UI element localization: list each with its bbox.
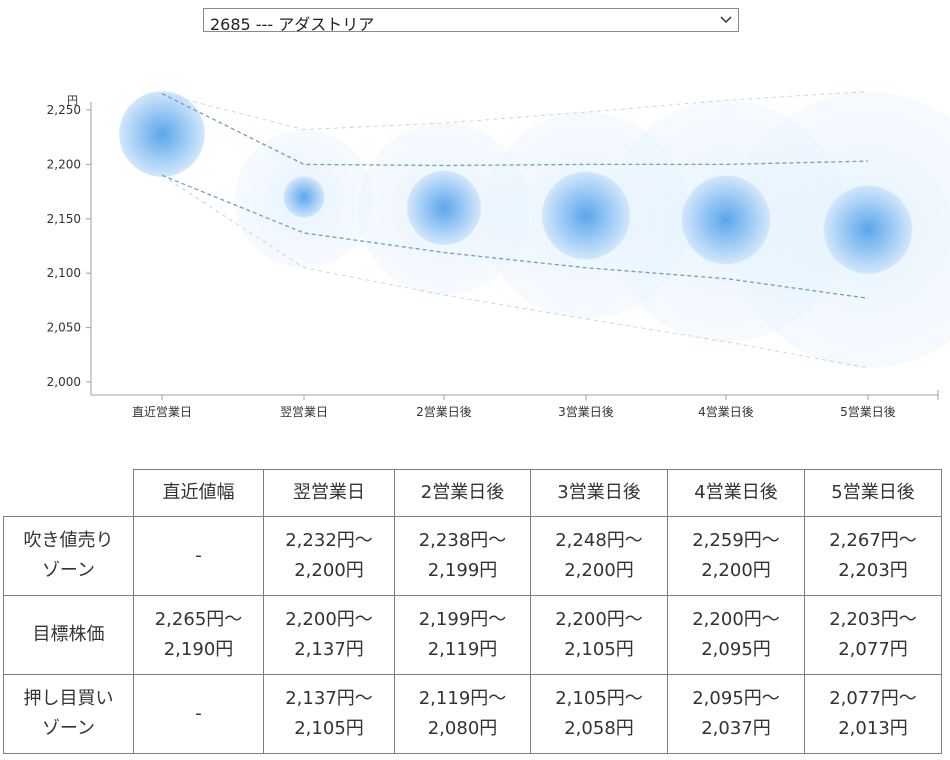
cell-line: 2,095円～ bbox=[692, 688, 780, 709]
table-cell: 2,119円～ 2,080円 bbox=[394, 674, 531, 754]
row-label-line: 押し目買い bbox=[23, 688, 114, 709]
cell-line: 2,200円～ bbox=[692, 609, 780, 630]
table-cell: 2,265円～ 2,190円 bbox=[133, 595, 264, 675]
stock-selector-value: 2685 --- アダストリア bbox=[210, 15, 375, 34]
table-cell: 2,267円～ 2,203円 bbox=[804, 516, 942, 596]
table-header-cell: 直近値幅 bbox=[133, 469, 264, 517]
cell-line: 2,077円～ bbox=[829, 688, 917, 709]
table-cell: 2,200円～ 2,095円 bbox=[667, 595, 805, 675]
table-cell: 2,137円～ 2,105円 bbox=[263, 674, 395, 754]
cell-line: 2,077円 bbox=[838, 639, 908, 660]
table-cell: 2,200円～ 2,105円 bbox=[530, 595, 668, 675]
row-label-target-price: 目標株価 bbox=[3, 595, 134, 675]
cell-line: 2,200円 bbox=[701, 560, 771, 581]
table-cell: - bbox=[133, 516, 264, 596]
forecast-table: 直近値幅 翌営業日 2営業日後 3営業日後 4営業日後 5営業日後 吹き値売り … bbox=[3, 469, 942, 754]
table-cell: 2,203円～ 2,077円 bbox=[804, 595, 942, 675]
chevron-down-icon bbox=[720, 16, 732, 24]
table-cell: 2,199円～ 2,119円 bbox=[394, 595, 531, 675]
table-cell: - bbox=[133, 674, 264, 754]
y-tick-label: 2,000 bbox=[47, 375, 81, 389]
table-cell: 2,200円～ 2,137円 bbox=[263, 595, 395, 675]
row-label-sell-zone: 吹き値売り ゾーン bbox=[3, 516, 134, 596]
table-row: 押し目買い ゾーン - 2,137円～ 2,105円 2,119円～ 2,080円 … bbox=[3, 674, 942, 754]
table-cell: 2,232円～ 2,200円 bbox=[263, 516, 395, 596]
table-header-cell: 3営業日後 bbox=[530, 469, 668, 517]
cell-line: 2,105円 bbox=[294, 718, 364, 739]
table-header-row: 直近値幅 翌営業日 2営業日後 3営業日後 4営業日後 5営業日後 bbox=[3, 469, 942, 517]
table-cell: 2,105円～ 2,058円 bbox=[530, 674, 668, 754]
cell-line: 2,200円 bbox=[564, 560, 634, 581]
cell-line: 2,137円 bbox=[294, 639, 364, 660]
table-row: 吹き値売り ゾーン - 2,232円～ 2,200円 2,238円～ 2,199円 … bbox=[3, 516, 942, 596]
table-header-cell: 2営業日後 bbox=[394, 469, 531, 517]
cell-line: 2,199円～ bbox=[418, 609, 507, 630]
cell-line: 2,190円 bbox=[163, 639, 234, 660]
cell-line: 2,080円 bbox=[427, 718, 498, 739]
target-bubble bbox=[119, 91, 205, 177]
y-tick-label: 2,100 bbox=[47, 266, 81, 280]
cell-line: 2,200円～ bbox=[285, 609, 373, 630]
x-tick-label: 3営業日後 bbox=[558, 405, 614, 419]
table-header-cell: 翌営業日 bbox=[263, 469, 395, 517]
cell-line: - bbox=[195, 545, 202, 566]
cell-line: 2,199円 bbox=[427, 560, 498, 581]
table-cell: 2,077円～ 2,013円 bbox=[804, 674, 942, 754]
y-tick-label: 2,250 bbox=[47, 103, 81, 117]
stock-selector[interactable]: 2685 --- アダストリア bbox=[203, 8, 739, 34]
x-tick-label: 翌営業日 bbox=[280, 405, 328, 419]
row-label-line: ゾーン bbox=[41, 560, 96, 581]
target-bubble bbox=[681, 175, 771, 265]
row-label-line: 目標株価 bbox=[32, 624, 105, 645]
cell-line: 2,119円 bbox=[427, 639, 498, 660]
cell-line: - bbox=[195, 703, 202, 724]
cell-line: 2,137円～ bbox=[285, 688, 373, 709]
cell-line: 2,095円 bbox=[701, 639, 771, 660]
table-cell: 2,259円～ 2,200円 bbox=[667, 516, 805, 596]
row-label-line: 吹き値売り bbox=[23, 530, 114, 551]
cell-line: 2,105円～ bbox=[555, 688, 643, 709]
target-bubble bbox=[823, 185, 913, 274]
cell-line: 2,119円～ bbox=[418, 688, 507, 709]
table-header-cell: 5営業日後 bbox=[804, 469, 942, 517]
forecast-chart: 円2,0002,0502,1002,1502,2002,250直近営業日 翌営業日… bbox=[47, 91, 950, 419]
table-row: 目標株価 2,265円～ 2,190円 2,200円～ 2,137円 2,199円～… bbox=[3, 595, 942, 675]
x-tick-label: 4営業日後 bbox=[698, 405, 754, 419]
cell-line: 2,200円～ bbox=[555, 609, 643, 630]
table-cell: 2,248円～ 2,200円 bbox=[530, 516, 668, 596]
table-cell: 2,238円～ 2,199円 bbox=[394, 516, 531, 596]
table-corner-cell bbox=[3, 469, 134, 517]
cell-line: 2,259円～ bbox=[692, 530, 780, 551]
row-label-line: ゾーン bbox=[41, 718, 96, 739]
cell-line: 2,248円～ bbox=[555, 530, 643, 551]
x-tick-label: 2営業日後 bbox=[416, 405, 472, 419]
cell-line: 2,013円 bbox=[838, 718, 908, 739]
x-tick-label: 直近営業日 bbox=[132, 405, 192, 419]
row-label-buy-zone: 押し目買い ゾーン bbox=[3, 674, 134, 754]
cell-line: 2,058円 bbox=[564, 718, 634, 739]
cell-line: 2,037円 bbox=[701, 718, 771, 739]
cell-line: 2,105円 bbox=[564, 639, 634, 660]
target-bubble bbox=[283, 176, 325, 218]
cell-line: 2,203円 bbox=[838, 560, 908, 581]
y-tick-label: 2,050 bbox=[47, 321, 81, 335]
table-header-cell: 4営業日後 bbox=[667, 469, 805, 517]
x-tick-label: 5営業日後 bbox=[840, 405, 896, 419]
cell-line: 2,265円～ bbox=[154, 609, 243, 630]
cell-line: 2,203円～ bbox=[829, 609, 917, 630]
cell-line: 2,200円 bbox=[294, 560, 364, 581]
cell-line: 2,238円～ bbox=[418, 530, 507, 551]
target-bubble bbox=[542, 171, 630, 260]
table-cell: 2,095円～ 2,037円 bbox=[667, 674, 805, 754]
y-tick-label: 2,200 bbox=[47, 157, 81, 171]
cell-line: 2,267円～ bbox=[829, 530, 917, 551]
target-bubble bbox=[407, 170, 481, 245]
cell-line: 2,232円～ bbox=[285, 530, 373, 551]
y-tick-label: 2,150 bbox=[47, 212, 81, 226]
